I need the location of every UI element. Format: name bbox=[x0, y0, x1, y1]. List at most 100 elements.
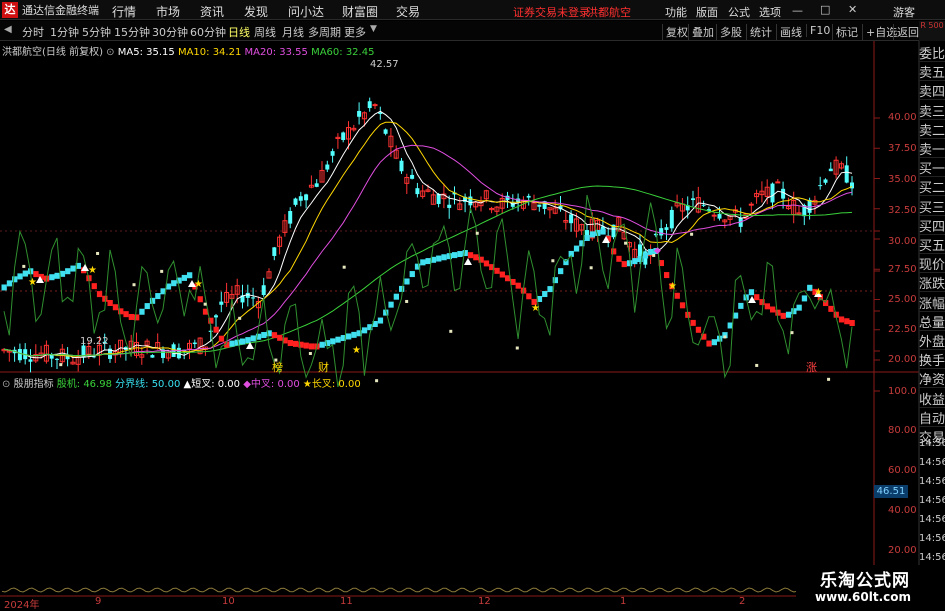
indicator-dot bbox=[203, 302, 207, 306]
indicator-step bbox=[213, 326, 219, 333]
indicator-dot bbox=[160, 269, 164, 273]
side-panel-item[interactable]: 现价 bbox=[919, 254, 945, 274]
indicator-current-value: 46.51 bbox=[874, 485, 908, 498]
indicator-dot bbox=[624, 241, 628, 245]
param-short-cross: ▲短叉: 0.00 bbox=[183, 379, 241, 390]
candle-body-down bbox=[208, 330, 213, 332]
indicator-step bbox=[759, 299, 765, 306]
indicator-dot bbox=[755, 363, 759, 367]
side-panel-item[interactable]: 换手 bbox=[919, 350, 945, 370]
mid-cross-diamond: ◆ bbox=[654, 246, 661, 256]
watermark-url: www.60lt.com bbox=[815, 590, 912, 604]
candle-body-down bbox=[314, 183, 319, 187]
indicator-step bbox=[277, 334, 283, 341]
indicator-step bbox=[584, 235, 590, 241]
candle-body-down bbox=[214, 315, 218, 318]
candle-body-down bbox=[341, 132, 346, 141]
side-panel-item[interactable]: 买二 bbox=[919, 177, 945, 197]
indicator-step bbox=[589, 231, 596, 238]
indicator-step bbox=[452, 252, 458, 259]
indicator-step bbox=[240, 338, 246, 345]
side-panel-item[interactable]: 总量 bbox=[919, 312, 945, 331]
event-tag-limit-up[interactable]: 涨 bbox=[806, 359, 817, 375]
candle-body-down bbox=[55, 358, 59, 360]
ma5-label: MA5: 35.15 bbox=[117, 47, 175, 58]
side-panel-item[interactable]: 卖二 bbox=[919, 120, 945, 139]
indicator-step bbox=[664, 272, 670, 279]
side-panel-item[interactable]: 涨幅 bbox=[919, 293, 945, 312]
indicator-step bbox=[346, 333, 352, 340]
indicator-dot bbox=[551, 259, 555, 263]
indicator-name: 殷朋指标 bbox=[13, 379, 54, 390]
indicator-step bbox=[775, 309, 781, 316]
r-badge[interactable]: R 500 bbox=[919, 21, 945, 41]
event-tag-finance[interactable]: 财 bbox=[318, 359, 329, 375]
candle-body-down bbox=[669, 209, 674, 229]
candle-body-down bbox=[717, 214, 722, 219]
indicator-step bbox=[483, 260, 490, 267]
candle-body-down bbox=[330, 151, 335, 156]
indicator-step bbox=[494, 267, 500, 274]
side-panel-item[interactable]: 买一 bbox=[919, 158, 945, 178]
candle-body-down bbox=[844, 165, 849, 183]
indicator-dot bbox=[132, 283, 136, 287]
candle-body-down bbox=[251, 297, 256, 299]
indicator-step bbox=[626, 260, 633, 267]
side-panel-item[interactable]: 买四 bbox=[919, 216, 945, 235]
indicator-step bbox=[128, 313, 134, 320]
candle-body-down bbox=[28, 359, 33, 362]
indicator-step bbox=[218, 335, 225, 342]
side-panel-item[interactable]: 涨跌 bbox=[919, 273, 945, 293]
price-tick: 32.50 bbox=[888, 205, 917, 216]
side-panel-item[interactable]: 卖四 bbox=[919, 81, 945, 101]
indicator-step bbox=[547, 286, 553, 293]
indicator-step bbox=[65, 268, 71, 275]
indicator-step bbox=[404, 278, 410, 285]
indicator-step bbox=[335, 336, 341, 343]
side-panel-item[interactable]: 买三 bbox=[919, 197, 945, 216]
indicator-step bbox=[171, 280, 177, 287]
indicator-step bbox=[770, 306, 776, 313]
indicator-step bbox=[785, 311, 792, 318]
param-mid-cross: ◆中叉: 0.00 bbox=[243, 379, 300, 390]
time-label: 14:56 bbox=[919, 476, 945, 487]
indicator-step bbox=[420, 259, 426, 266]
indicator-step bbox=[12, 276, 18, 283]
time-label: 14:56 bbox=[919, 514, 945, 525]
event-tag-rank[interactable]: 榜 bbox=[272, 359, 283, 375]
price-tick: 27.50 bbox=[888, 264, 917, 275]
side-panel-item[interactable]: 外盘 bbox=[919, 331, 945, 350]
indicator-step bbox=[54, 272, 60, 279]
price-tick: 30.00 bbox=[888, 236, 917, 247]
indicator-step bbox=[558, 268, 564, 275]
indicator-step bbox=[91, 283, 97, 290]
indicator-step bbox=[695, 326, 702, 333]
side-panel-item[interactable]: 卖一 bbox=[919, 139, 945, 158]
candle-body-down bbox=[569, 214, 574, 224]
candle-body-down bbox=[828, 168, 833, 172]
side-panel-item[interactable]: 买五 bbox=[919, 235, 945, 254]
side-panel-item[interactable]: 净资 bbox=[919, 369, 945, 389]
side-panel-item[interactable]: 自动 bbox=[919, 408, 945, 427]
candle-body-down bbox=[293, 198, 298, 205]
candle-body-down bbox=[659, 228, 664, 236]
candle-body-down bbox=[17, 348, 22, 361]
settings-icon[interactable]: ⊙ bbox=[2, 379, 10, 390]
side-panel-item[interactable]: 收益 bbox=[919, 389, 945, 408]
price-tick: 25.00 bbox=[888, 294, 917, 305]
indicator-step bbox=[552, 277, 558, 284]
indicator-dot bbox=[515, 346, 519, 350]
candle-body-down bbox=[410, 174, 415, 179]
settings-icon[interactable]: ⊙ bbox=[106, 47, 114, 58]
kline-chart[interactable]: ★ ★ ★ ★ ★ ★ ★ ◆ bbox=[0, 0, 945, 609]
candle-body-up bbox=[775, 181, 781, 184]
indicator-dot bbox=[690, 232, 694, 236]
param-yinji: 殷机: 46.98 bbox=[56, 379, 112, 390]
side-panel-item[interactable]: 委比 bbox=[919, 43, 945, 62]
side-panel-item[interactable]: 卖五 bbox=[919, 62, 945, 82]
indicator-dot bbox=[790, 331, 794, 335]
side-panel-item[interactable]: 卖三 bbox=[919, 101, 945, 120]
high-mark: 42.57 bbox=[370, 59, 399, 70]
indicator-dot bbox=[238, 316, 242, 320]
indicator-step bbox=[303, 342, 309, 349]
